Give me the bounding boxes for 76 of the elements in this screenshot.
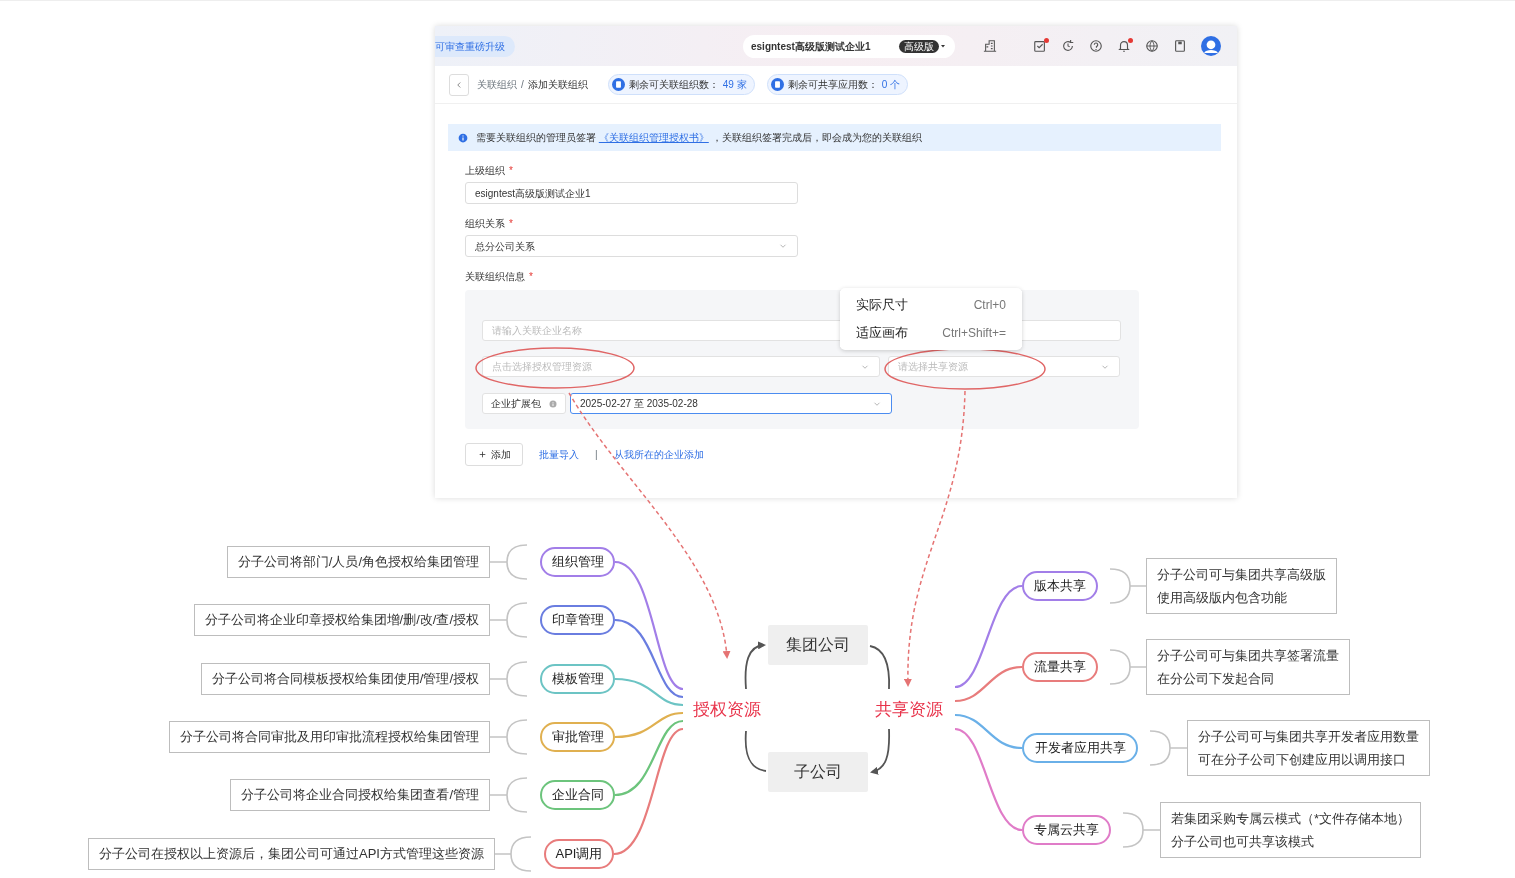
- connector-line: [869, 645, 891, 690]
- required-mark: *: [509, 217, 513, 231]
- bracket-connector: [489, 719, 528, 755]
- agreement-link[interactable]: 《关联组织管理授权书》: [598, 132, 709, 143]
- note-box: 分子公司在授权以上资源后，集团公司可通过API方式管理这些资源: [88, 838, 495, 870]
- bracket-connector: [489, 602, 528, 638]
- bracket-connector: [489, 544, 528, 580]
- group-node: 集团公司: [768, 625, 868, 665]
- quota-pill: 剩余可关联组织数： 49 家: [607, 74, 755, 95]
- topic-node: 版本共享: [1022, 571, 1098, 601]
- required-mark: *: [509, 164, 513, 178]
- menu-item[interactable]: 适应画布 Ctrl+Shift+=: [840, 319, 1022, 347]
- bracket-connector: [489, 661, 528, 697]
- topic-node: 开发者应用共享: [1022, 733, 1138, 763]
- note-text: 分子公司可与集团共享高级版: [1157, 566, 1326, 584]
- field-label: 上级组织: [465, 164, 505, 178]
- field-label: 组织关系: [465, 217, 505, 231]
- topic-node: 企业合同: [540, 780, 615, 810]
- group-node: 子公司: [768, 752, 868, 792]
- cycle-arrow: [870, 728, 891, 775]
- bell-icon[interactable]: [1117, 39, 1131, 53]
- note-text: 在分公司下发起合同: [1157, 670, 1274, 688]
- topic-node: 审批管理: [540, 722, 615, 752]
- save-icon[interactable]: [1173, 39, 1187, 53]
- breadcrumb-current: 添加关联组织: [527, 78, 588, 92]
- globe-icon[interactable]: [1145, 39, 1159, 53]
- link-divider: |: [595, 448, 598, 462]
- document-icon: [770, 78, 784, 91]
- date-range-field[interactable]: 2025-02-27 至 2035-02-28: [570, 393, 892, 414]
- note-text: 使用高级版内包含功能: [1157, 589, 1287, 607]
- topic-node: 组织管理: [540, 547, 615, 577]
- history-icon[interactable]: [1061, 39, 1075, 53]
- help-icon[interactable]: [1089, 39, 1103, 53]
- input-field[interactable]: esigntest高级版测试企业1: [465, 182, 798, 204]
- menu-item[interactable]: 实际尺寸 Ctrl+0: [840, 291, 1022, 319]
- note-box: 分子公司将合同审批及用印审批流程授权给集团管理: [169, 721, 490, 753]
- note-box: 分子公司将部门/人员/角色授权给集团管理: [226, 546, 490, 578]
- quota-pill: 剩余可共享应用数： 0 个: [766, 74, 909, 95]
- package-label: 企业扩展包: [482, 393, 566, 414]
- info-icon: [458, 132, 468, 143]
- building-icon[interactable]: [983, 39, 997, 53]
- cycle-arrow: [744, 641, 766, 690]
- topic-node: API调用: [544, 839, 614, 869]
- upgrade-banner[interactable]: 可审查重磅升级: [435, 35, 515, 57]
- org-switcher[interactable]: esigntest高级版测试企业1 高级版: [743, 34, 955, 58]
- note-text: 可在分子公司下创建应用以调用接口: [1198, 751, 1406, 769]
- add-from-company-link[interactable]: 从我所在的企业添加: [613, 447, 704, 462]
- note-box: 分子公司将合同模板授权给集团使用/管理/授权: [200, 663, 490, 695]
- note-box: 分子公司将企业合同授权给集团查看/管理: [230, 779, 490, 811]
- document-icon: [611, 78, 625, 91]
- field-label: 关联组织信息: [465, 270, 525, 284]
- note-text: 若集团采购专属云模式（*文件存储本地）: [1171, 810, 1411, 828]
- bracket-connector: [494, 836, 532, 872]
- note-box: 分子公司将企业印章授权给集团增/删/改/查/授权: [193, 604, 490, 636]
- avatar-icon[interactable]: [1201, 36, 1221, 56]
- plan-badge: 高级版: [899, 39, 939, 53]
- caret-icon: [939, 42, 947, 50]
- topic-node: 流量共享: [1022, 652, 1098, 682]
- bracket-connector: [489, 777, 528, 813]
- topic-node: 模板管理: [540, 664, 615, 694]
- topic-node: 专属云共享: [1022, 815, 1111, 845]
- checkbox-icon[interactable]: [1033, 39, 1047, 53]
- connector-line: [744, 730, 767, 772]
- note-text: 分子公司可与集团共享签署流量: [1157, 647, 1339, 665]
- breadcrumb-separator: /: [521, 78, 524, 92]
- help-icon: [549, 399, 557, 408]
- required-mark: *: [529, 270, 533, 284]
- topic-node: 印章管理: [540, 605, 615, 635]
- import-link[interactable]: 批量导入: [539, 447, 579, 462]
- add-button[interactable]: 添加: [465, 443, 523, 466]
- select-field[interactable]: 总分公司关系: [465, 235, 798, 257]
- breadcrumb-link[interactable]: 关联组织: [477, 77, 517, 92]
- notice-text: 需要关联组织的管理员签署 《关联组织管理授权书》 ，关联组织签署完成后，即会成为您的关联组织: [476, 131, 922, 145]
- note-text: 分子公司可与集团共享开发者应用数量: [1198, 728, 1419, 746]
- note-text: 分子公司也可共享该模式: [1171, 833, 1314, 851]
- plus-icon: [477, 450, 487, 459]
